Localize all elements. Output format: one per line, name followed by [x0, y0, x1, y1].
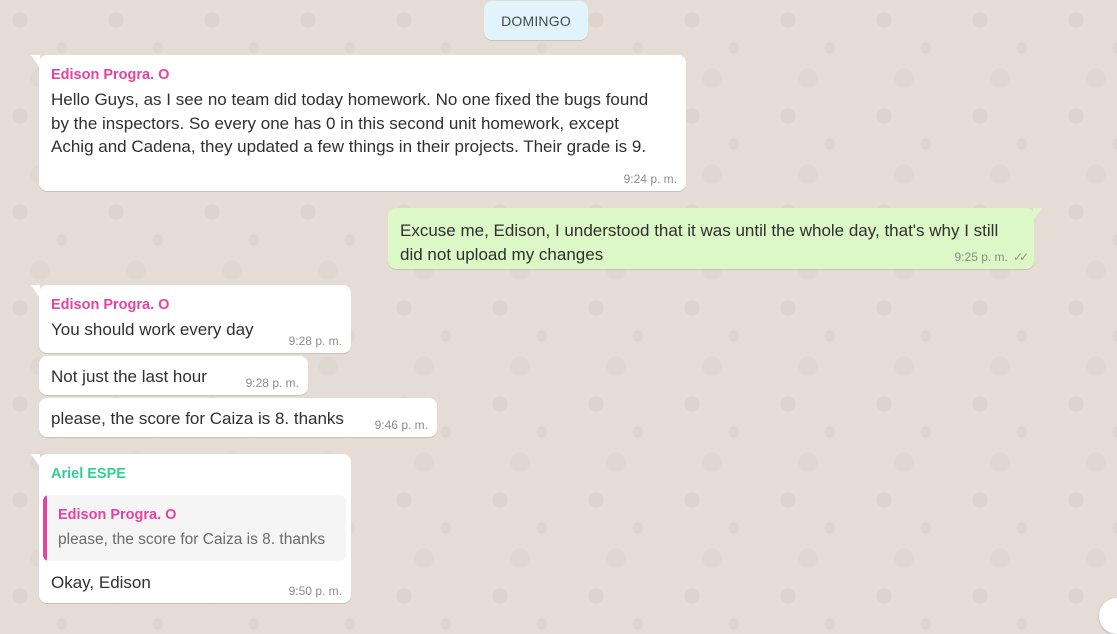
quoted-text: please, the score for Caiza is 8. thanks	[58, 531, 326, 548]
quoted-sender: Edison Progra. O	[58, 507, 177, 523]
message-incoming[interactable]: Edison Progra. O You should work every d…	[31, 285, 351, 353]
message-time: 9:46 p. m.	[374, 418, 428, 432]
message-sender[interactable]: Ariel ESPE	[51, 465, 339, 483]
message-text: Hello Guys, as I see no team did today h…	[51, 90, 649, 156]
message-incoming-reply[interactable]: Ariel ESPE Edison Progra. O please, the …	[31, 454, 351, 603]
message-text: please, the score for Caiza is 8. thanks	[51, 409, 344, 428]
message-sender[interactable]: Edison Progra. O	[51, 296, 339, 314]
message-incoming[interactable]: Not just the last hour 9:28 p. m.	[39, 356, 308, 395]
message-time: 9:25 p. m.	[954, 250, 1008, 264]
date-separator-label: DOMINGO	[501, 12, 571, 29]
double-check-icon: ✓✓	[1012, 250, 1029, 264]
scroll-down-button[interactable]	[1099, 598, 1117, 634]
message-time: 9:50 p. m.	[288, 584, 342, 598]
message-incoming[interactable]: please, the score for Caiza is 8. thanks…	[39, 398, 437, 437]
message-meta: 9:25 p. m. ✓✓	[954, 250, 1030, 264]
message-incoming[interactable]: Edison Progra. O Hello Guys, as I see no…	[31, 55, 686, 191]
date-separator: DOMINGO	[484, 1, 588, 40]
quote-accent-bar	[43, 495, 47, 561]
message-sender[interactable]: Edison Progra. O	[51, 66, 674, 84]
message-time: 9:28 p. m.	[288, 334, 342, 348]
message-time: 9:28 p. m.	[245, 376, 299, 390]
message-outgoing[interactable]: Excuse me, Edison, I understood that it …	[388, 208, 1042, 269]
message-text: Excuse me, Edison, I understood that it …	[400, 221, 999, 264]
message-text: Okay, Edison	[51, 573, 151, 592]
quoted-message[interactable]: Edison Progra. O please, the score for C…	[43, 495, 346, 561]
message-time: 9:24 p. m.	[623, 172, 677, 186]
